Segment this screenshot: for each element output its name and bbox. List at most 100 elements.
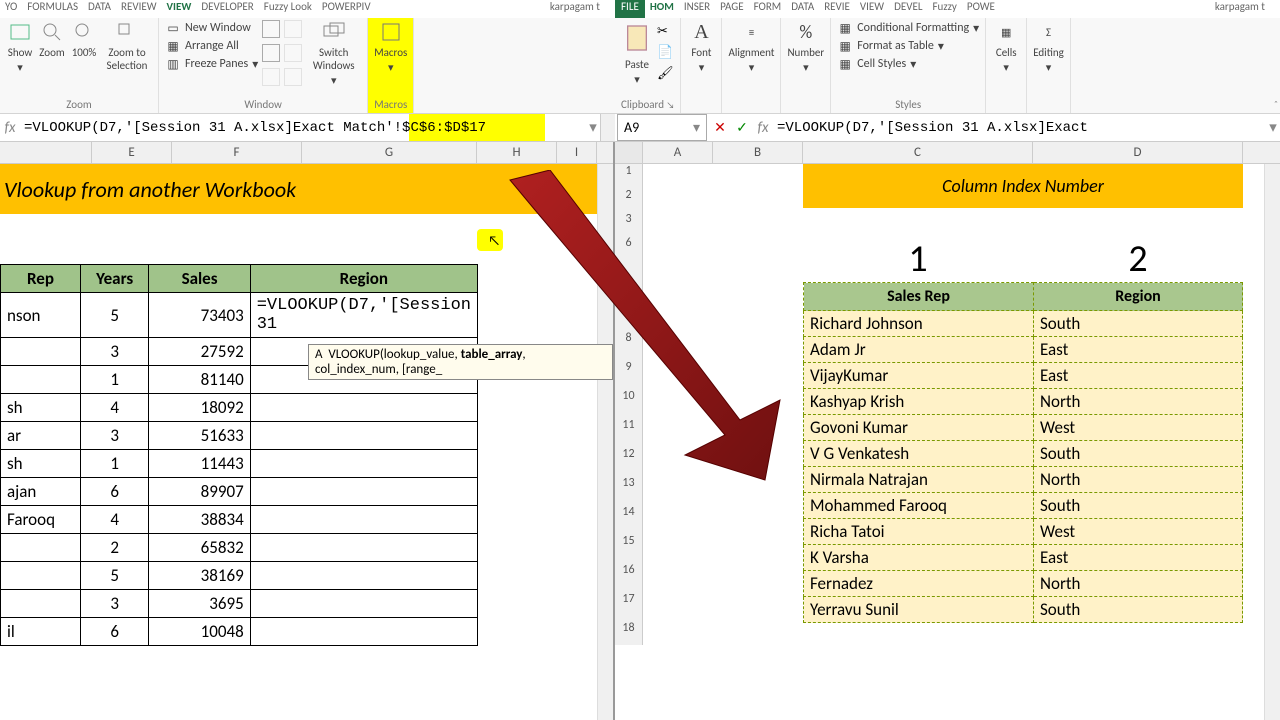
formula-input-r[interactable]: =VLOOKUP(D7,'[Session 31 A.xlsx]Exact xyxy=(773,120,1266,136)
formula-input[interactable]: =VLOOKUP(D7,'[Session 31 A.xlsx]Exact Ma… xyxy=(20,120,586,136)
group-styles: Styles xyxy=(837,98,979,113)
row-1[interactable]: 1 xyxy=(615,164,643,188)
group-window: Window xyxy=(165,98,361,113)
zoom-100-button[interactable]: 100% xyxy=(70,20,98,59)
tab-file[interactable]: FILE xyxy=(615,0,645,18)
row-6[interactable]: 6 xyxy=(615,236,643,331)
grid-right[interactable]: 1 2 3 6 8 9 10 11 12 13 14 15 16 17 18 C… xyxy=(615,164,1280,720)
row-2[interactable]: 2 xyxy=(615,188,643,212)
ribbon-collapse[interactable]: ˆ xyxy=(1274,98,1278,111)
user-label[interactable]: karpagam t xyxy=(545,0,615,18)
hdr-years: Years xyxy=(80,265,148,293)
macros-button[interactable]: Macros▾ xyxy=(374,20,407,74)
group-macros: Macros xyxy=(374,98,407,113)
tab-developer[interactable]: DEVELOPER xyxy=(196,0,258,18)
tab-review[interactable]: REVIE xyxy=(819,0,855,18)
cond-format-button[interactable]: ▦Conditional Formatting ▾ xyxy=(837,20,979,36)
confirm-edit[interactable]: ✓ xyxy=(731,119,753,136)
row-12[interactable]: 12 xyxy=(615,447,643,476)
col-h[interactable]: H xyxy=(477,142,557,163)
ribbon-tabs-left[interactable]: YO FORMULAS DATA REVIEW VIEW DEVELOPER F… xyxy=(0,0,615,18)
cell-styles-button[interactable]: ▦Cell Styles ▾ xyxy=(837,56,979,72)
tab-view[interactable]: VIEW xyxy=(855,0,889,18)
cancel-edit[interactable]: ✕ xyxy=(709,119,731,136)
grid-left[interactable]: Vlookup from another Workbook Rep Years … xyxy=(0,164,613,720)
row-9[interactable]: 9 xyxy=(615,360,643,389)
lookup-table[interactable]: Sales RepRegion Richard JohnsonSouth Ada… xyxy=(803,282,1243,623)
font-button[interactable]: AFont▾ xyxy=(687,20,715,74)
side-by-side-icon[interactable] xyxy=(284,20,302,38)
row-3[interactable]: 3 xyxy=(615,212,643,236)
row-18[interactable]: 18 xyxy=(615,621,643,645)
hide-icon[interactable] xyxy=(262,44,280,62)
row-14[interactable]: 14 xyxy=(615,505,643,534)
editing-cell[interactable]: =VLOOKUP(D7,'[Session 31 xyxy=(250,293,477,338)
col-c[interactable]: C xyxy=(803,142,1033,163)
arrange-icon: ▦ xyxy=(165,38,181,54)
split-icon[interactable] xyxy=(262,20,280,38)
alignment-button[interactable]: ≡Alignment▾ xyxy=(728,20,774,74)
scroll-up[interactable] xyxy=(600,114,615,141)
tab-fuzzy[interactable]: Fuzzy Look xyxy=(259,0,317,18)
tab-review[interactable]: REVIEW xyxy=(116,0,162,18)
col-g[interactable]: G xyxy=(302,142,477,163)
col-headers-right[interactable]: A B C D xyxy=(615,142,1280,164)
freeze-panes-button[interactable]: ▥Freeze Panes ▾ xyxy=(165,56,258,72)
formula-expand[interactable]: ▾ xyxy=(586,118,600,137)
copy-icon[interactable]: 📄 xyxy=(657,45,674,60)
row-13[interactable]: 13 xyxy=(615,476,643,505)
tab-page[interactable]: PAGE xyxy=(715,0,748,18)
new-window-button[interactable]: ▭New Window xyxy=(165,20,258,36)
zoom-button[interactable]: Zoom xyxy=(38,20,66,59)
reset-pos-icon[interactable] xyxy=(284,68,302,86)
col-e[interactable]: E xyxy=(92,142,172,163)
tab-powe[interactable]: POWE xyxy=(962,0,1000,18)
user-label-r[interactable]: karpagam t xyxy=(1210,0,1280,18)
tab-home[interactable]: HOM xyxy=(645,0,679,18)
switch-windows-button[interactable]: Switch Windows▾ xyxy=(306,20,361,87)
tab-view[interactable]: VIEW xyxy=(162,0,197,18)
fx-icon-r[interactable]: fx xyxy=(753,119,773,137)
col-b[interactable]: B xyxy=(713,142,803,163)
row-10[interactable]: 10 xyxy=(615,389,643,418)
format-painter-icon[interactable]: 🖌 xyxy=(657,66,674,81)
tab-devel[interactable]: DEVEL xyxy=(889,0,927,18)
tab-powerpiv[interactable]: POWERPIV xyxy=(317,0,376,18)
row-15[interactable]: 15 xyxy=(615,534,643,563)
fx-icon[interactable]: fx xyxy=(0,119,20,137)
freeze-icon: ▥ xyxy=(165,56,181,72)
row-17[interactable]: 17 xyxy=(615,592,643,621)
format-table-button[interactable]: ▦Format as Table ▾ xyxy=(837,38,979,54)
tab-insert[interactable]: INSER xyxy=(679,0,715,18)
cut-icon[interactable]: ✂ xyxy=(657,24,674,39)
tab-data[interactable]: DATA xyxy=(83,0,116,18)
name-box[interactable]: A9 ▾ xyxy=(617,114,707,141)
tab-form[interactable]: FORM xyxy=(749,0,787,18)
row-8[interactable]: 8 xyxy=(615,331,643,360)
scrollbar-v-left[interactable] xyxy=(597,164,613,720)
tab-data[interactable]: DATA xyxy=(786,0,819,18)
col-d[interactable]: D xyxy=(1033,142,1243,163)
arrange-all-button[interactable]: ▦Arrange All xyxy=(165,38,258,54)
col-i[interactable]: I xyxy=(557,142,597,163)
scrollbar-v-right[interactable] xyxy=(1264,164,1280,720)
tab-fuzzy[interactable]: Fuzzy xyxy=(927,0,961,18)
ribbon-tabs-right[interactable]: FILE HOM INSER PAGE FORM DATA REVIE VIEW… xyxy=(615,0,1280,18)
show-button[interactable]: Show▾ xyxy=(6,20,34,74)
sync-scroll-icon[interactable] xyxy=(284,44,302,62)
col-f[interactable]: F xyxy=(172,142,302,163)
paste-button[interactable]: Paste▾ xyxy=(621,20,653,86)
tab-yo[interactable]: YO xyxy=(0,0,22,18)
col-headers-left[interactable]: E F G H I xyxy=(0,142,613,164)
col-a[interactable]: A xyxy=(643,142,713,163)
row-16[interactable]: 16 xyxy=(615,563,643,592)
select-all[interactable] xyxy=(615,142,643,163)
tab-formulas[interactable]: FORMULAS xyxy=(22,0,83,18)
row-11[interactable]: 11 xyxy=(615,418,643,447)
number-button[interactable]: %Number▾ xyxy=(787,20,824,74)
editing-button[interactable]: ΣEditing▾ xyxy=(1033,20,1064,74)
formula-expand-r[interactable]: ▾ xyxy=(1266,118,1280,137)
zoom-selection-button[interactable]: Zoom to Selection xyxy=(102,20,152,72)
unhide-icon[interactable] xyxy=(262,68,280,86)
cells-button[interactable]: ▦Cells▾ xyxy=(992,20,1020,74)
